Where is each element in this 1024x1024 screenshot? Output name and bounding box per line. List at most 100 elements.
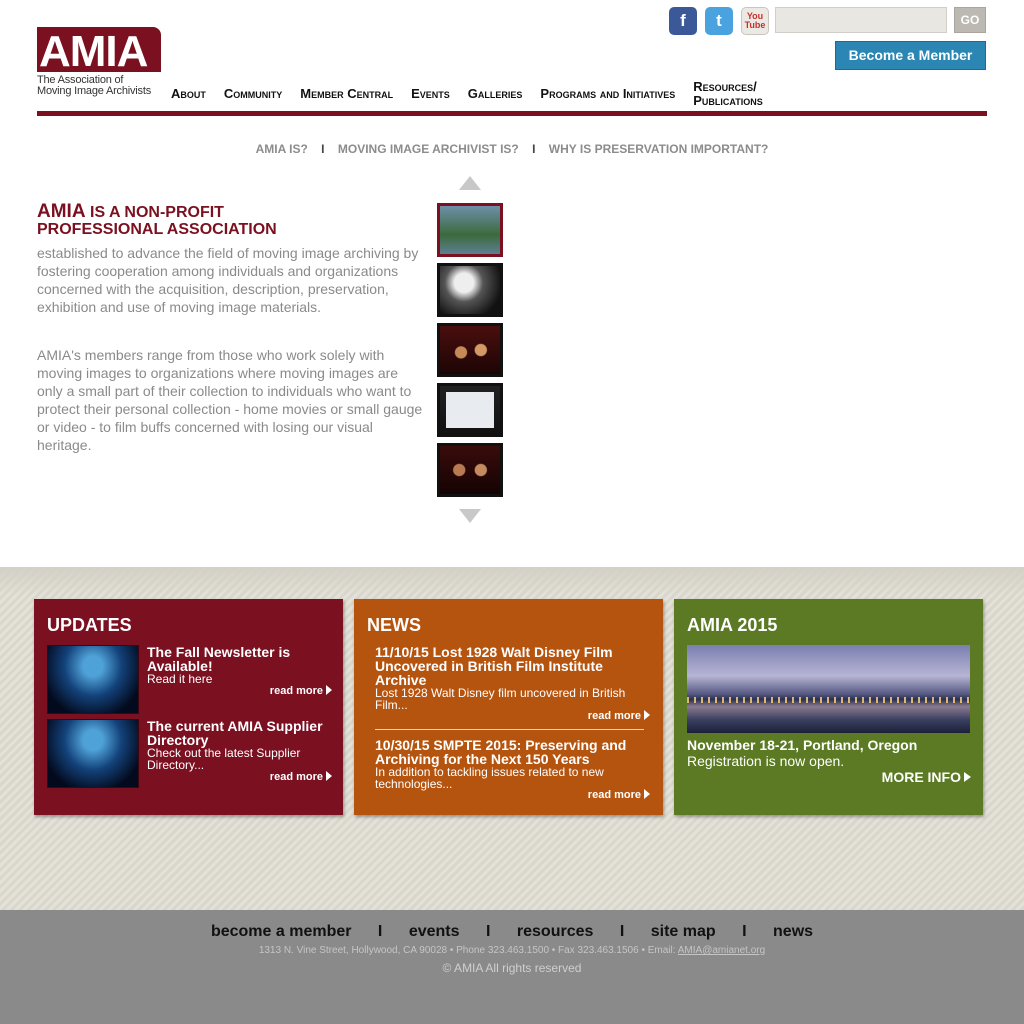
video-thumbnail[interactable] <box>437 383 503 437</box>
footer-email-link[interactable]: AMIA@amianet.org <box>678 945 765 956</box>
news-item[interactable]: 10/30/15 SMPTE 2015: Preserving and Arch… <box>375 738 644 790</box>
read-more-label: read more <box>269 685 323 697</box>
footer-separator: I <box>742 923 747 940</box>
update-thumbnail[interactable] <box>47 719 139 788</box>
subnav-separator: I <box>321 142 325 156</box>
news-divider <box>375 729 644 730</box>
video-thumbnail[interactable] <box>437 443 503 497</box>
update-desc: Read it here <box>147 672 213 686</box>
update-read-more[interactable]: read more <box>270 685 332 697</box>
nav-galleries[interactable]: Galleries <box>468 86 523 101</box>
update-title[interactable]: The Fall Newsletter is Available! <box>147 645 332 673</box>
city-lights <box>687 697 970 703</box>
read-more-label: read more <box>587 710 641 722</box>
footer-copyright: © AMIA All rights reserved <box>442 961 582 975</box>
news-heading: NEWS <box>367 615 421 635</box>
thumbnail-screen <box>446 392 494 428</box>
footer-separator: I <box>377 923 383 940</box>
intro-section: AMIA IS A NON-PROFIT PROFESSIONAL ASSOCI… <box>37 201 427 454</box>
carousel-up-arrow-icon[interactable] <box>459 176 481 190</box>
nav-resources-line1: Resources/ <box>693 79 757 94</box>
update-item[interactable]: The Fall Newsletter is Available! Read i… <box>47 645 332 715</box>
arrow-right-icon <box>964 772 971 782</box>
search-input[interactable] <box>775 7 947 33</box>
read-more-label: read more <box>587 789 641 801</box>
footer-link-news[interactable]: news <box>773 923 813 940</box>
footer-link-site-map[interactable]: site map <box>651 923 716 940</box>
intro-paragraph-1: established to advance the field of movi… <box>37 245 419 315</box>
video-thumbnail[interactable] <box>437 323 503 377</box>
nav-member-central[interactable]: Member Central <box>300 86 393 101</box>
conference-date: November 18-21, Portland, Oregon <box>687 737 918 753</box>
logo-tagline-2: Moving Image Archivists <box>37 85 151 97</box>
page: AMIA The Association of Moving Image Arc… <box>0 0 1024 1024</box>
amia-2015-card: AMIA 2015 November 18-21, Portland, Oreg… <box>674 599 983 815</box>
intro-title: AMIA IS A NON-PROFIT PROFESSIONAL ASSOCI… <box>37 201 427 238</box>
facebook-icon[interactable]: f <box>669 7 697 35</box>
logo-wordmark: AMIA <box>37 27 161 72</box>
footer-separator: I <box>619 923 625 940</box>
subnav-archivist-is[interactable]: MOVING IMAGE ARCHIVIST IS? <box>338 142 519 156</box>
nav-programs[interactable]: Programs and Initiatives <box>540 86 675 101</box>
news-title[interactable]: 10/30/15 SMPTE 2015: Preserving and Arch… <box>375 738 644 766</box>
portland-skyline-image[interactable] <box>687 645 970 733</box>
news-title[interactable]: 11/10/15 Lost 1928 Walt Disney Film Unco… <box>375 645 644 687</box>
carousel-down-arrow-icon[interactable] <box>459 509 481 523</box>
update-thumbnail[interactable] <box>47 645 139 714</box>
sub-nav: AMIA IS? I MOVING IMAGE ARCHIVIST IS? I … <box>0 142 1024 156</box>
intro-title-rest: IS A NON-PROFIT <box>85 204 224 221</box>
arrow-right-icon <box>326 685 332 695</box>
nav-resources[interactable]: Resources/ Publications <box>693 80 763 108</box>
footer-links: become a member I events I resources I s… <box>0 923 1024 941</box>
intro-title-amia: AMIA <box>37 201 86 222</box>
news-read-more[interactable]: read more <box>588 789 650 801</box>
footer-link-resources[interactable]: resources <box>517 923 594 940</box>
amia-2015-heading: AMIA 2015 <box>687 615 778 635</box>
arrow-right-icon <box>644 789 650 799</box>
nav-divider <box>37 111 987 116</box>
update-read-more[interactable]: read more <box>270 771 332 783</box>
subnav-separator: I <box>532 142 536 156</box>
search-go-button[interactable]: GO <box>954 7 986 33</box>
become-member-button[interactable]: Become a Member <box>835 41 986 70</box>
nav-about[interactable]: About <box>171 86 206 101</box>
footer-address: 1313 N. Vine Street, Hollywood, CA 90028… <box>0 945 1024 956</box>
news-card: NEWS 11/10/15 Lost 1928 Walt Disney Film… <box>354 599 663 815</box>
amia-logo[interactable]: AMIA The Association of Moving Image Arc… <box>37 27 161 97</box>
news-read-more[interactable]: read more <box>588 710 650 722</box>
subnav-why-preservation[interactable]: WHY IS PRESERVATION IMPORTANT? <box>549 142 769 156</box>
youtube-icon-text-2: Tube <box>744 20 766 30</box>
update-item[interactable]: The current AMIA Supplier Directory Chec… <box>47 719 332 789</box>
updates-heading: UPDATES <box>47 615 132 635</box>
more-info-label: MORE INFO <box>881 769 961 785</box>
registration-text: Registration is now open. <box>687 753 845 769</box>
feature-band-shadow <box>0 567 1024 595</box>
video-thumbnail[interactable] <box>437 263 503 317</box>
twitter-icon[interactable]: t <box>705 7 733 35</box>
main-nav: About Community Member Central Events Ga… <box>171 80 781 108</box>
subnav-amia-is[interactable]: AMIA IS? <box>256 142 308 156</box>
youtube-icon[interactable]: You Tube <box>741 7 769 35</box>
intro-paragraph-2: AMIA's members range from those who work… <box>37 347 423 453</box>
footer: become a member I events I resources I s… <box>0 910 1024 1024</box>
read-more-label: read more <box>269 771 323 783</box>
video-thumbnail[interactable] <box>437 203 503 257</box>
footer-address-text: 1313 N. Vine Street, Hollywood, CA 90028… <box>258 945 678 956</box>
social-links: f t You Tube <box>669 7 769 35</box>
news-desc: Lost 1928 Walt Disney film uncovered in … <box>375 686 626 712</box>
nav-resources-line2: Publications <box>693 93 763 108</box>
intro-title-line2: PROFESSIONAL ASSOCIATION <box>37 221 277 238</box>
video-thumbnail-carousel <box>437 176 503 523</box>
updates-card: UPDATES The Fall Newsletter is Available… <box>34 599 343 815</box>
arrow-right-icon <box>644 710 650 720</box>
news-desc: In addition to tackling issues related t… <box>375 765 604 791</box>
footer-link-events[interactable]: events <box>409 923 460 940</box>
update-desc: Check out the latest Supplier Directory.… <box>147 746 301 772</box>
news-item[interactable]: 11/10/15 Lost 1928 Walt Disney Film Unco… <box>375 645 644 711</box>
footer-separator: I <box>485 923 491 940</box>
nav-community[interactable]: Community <box>224 86 282 101</box>
update-title[interactable]: The current AMIA Supplier Directory <box>147 719 332 747</box>
footer-link-become-member[interactable]: become a member <box>211 923 352 940</box>
more-info-link[interactable]: MORE INFO <box>882 769 971 785</box>
nav-events[interactable]: Events <box>411 86 450 101</box>
